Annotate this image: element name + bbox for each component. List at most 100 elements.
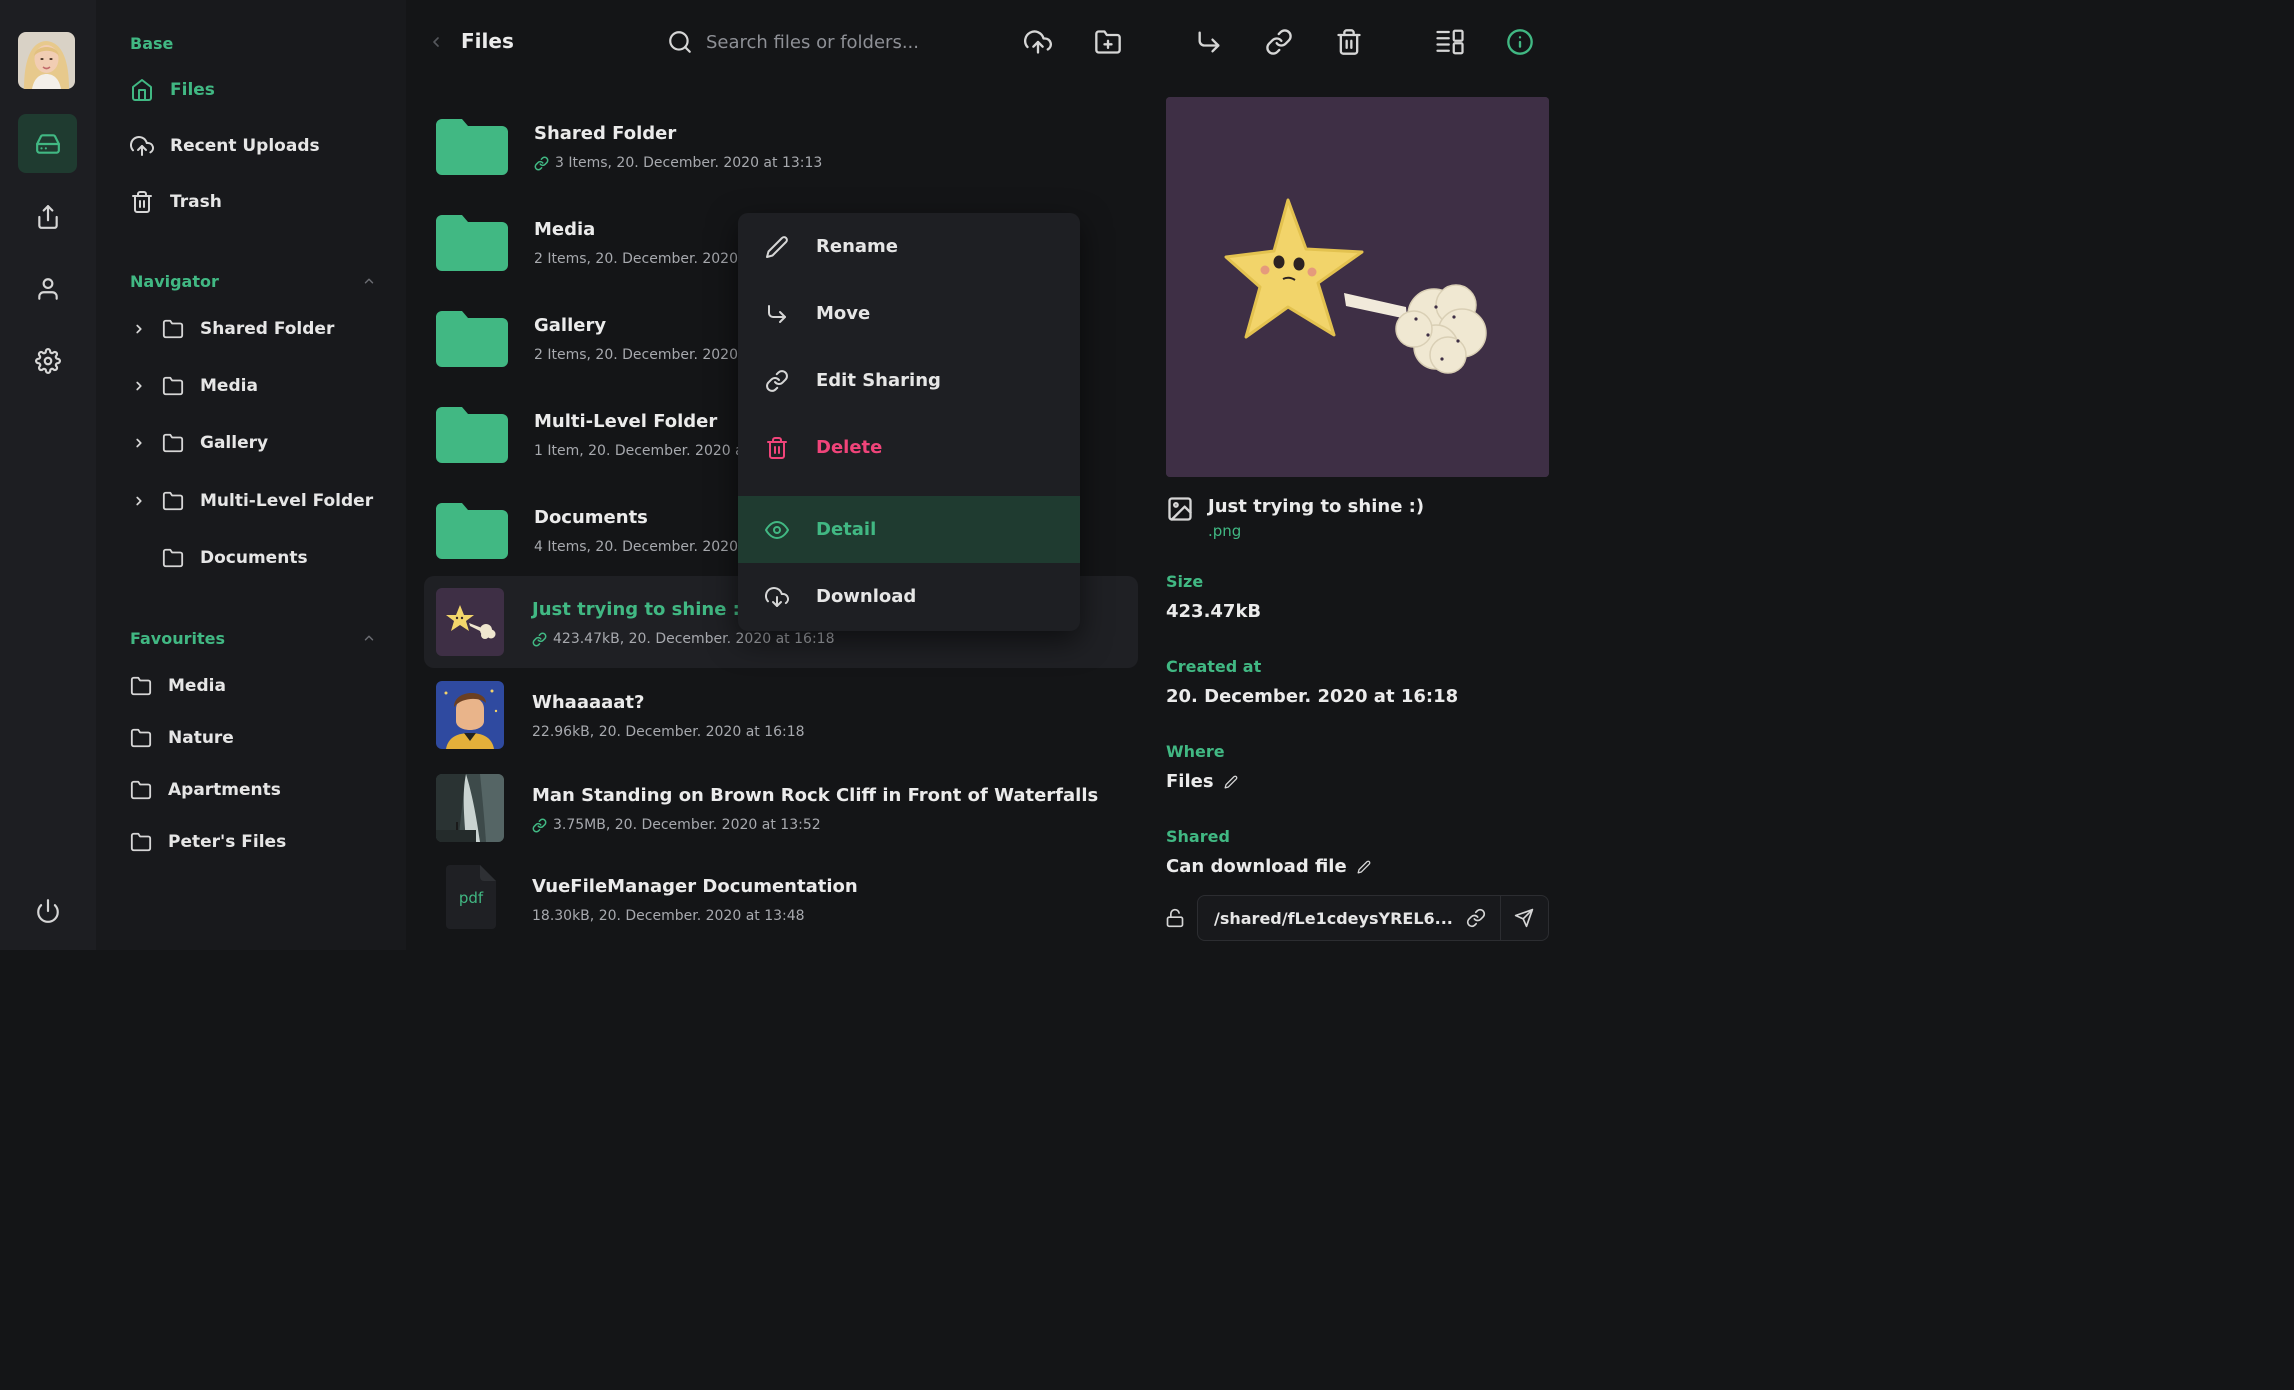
detail-size-text: 423.47kB — [1166, 601, 1262, 622]
chevron-up-icon[interactable] — [362, 274, 376, 288]
list-item[interactable]: Man Standing on Brown Rock Cliff in Fron… — [424, 762, 1138, 854]
navigator-item-label: Gallery — [200, 433, 269, 453]
link-icon — [532, 632, 547, 647]
detail-where-value[interactable]: Files — [1166, 771, 1238, 792]
favourite-item[interactable]: Apartments — [130, 777, 281, 803]
menu-item-edit-sharing[interactable]: Edit Sharing — [738, 347, 1080, 414]
power-icon[interactable] — [18, 881, 77, 940]
folder-icon — [130, 779, 152, 801]
nav-item-label: Trash — [170, 192, 222, 212]
file-meta-text: 423.47kB, 20. December. 2020 at 16:18 — [553, 631, 835, 647]
folder-plus-icon — [1094, 28, 1122, 56]
favourite-item[interactable]: Peter's Files — [130, 829, 286, 855]
nav-item-trash[interactable]: Trash — [130, 188, 222, 216]
chevron-up-icon[interactable] — [362, 631, 376, 645]
favourite-item[interactable]: Nature — [130, 725, 234, 751]
folder-icon — [162, 375, 184, 397]
favourite-item[interactable]: Media — [130, 673, 226, 699]
favourites-section-title: Favourites — [130, 629, 225, 648]
share-link-field[interactable]: /shared/fLe1cdeysYREL6... — [1197, 895, 1549, 941]
share-icon[interactable] — [18, 187, 77, 246]
navigator-item[interactable]: Documents — [132, 545, 308, 571]
favourite-item-label: Media — [168, 676, 226, 696]
navigator-item[interactable]: Shared Folder — [132, 316, 334, 342]
folder-icon — [162, 318, 184, 340]
delete-button[interactable] — [1333, 26, 1365, 58]
file-name: Multi-Level Folder — [534, 411, 718, 432]
info-panel-button[interactable] — [1504, 26, 1536, 58]
pencil-icon[interactable] — [1357, 860, 1371, 874]
file-name: VueFileManager Documentation — [532, 876, 858, 897]
search-input[interactable] — [706, 28, 986, 56]
context-menu: Rename Move Edit Sharing Delete Detail D… — [738, 213, 1080, 631]
corner-down-right-icon — [765, 302, 789, 326]
favourite-item-label: Peter's Files — [168, 832, 287, 852]
view-toggle-button[interactable] — [1434, 26, 1466, 58]
create-folder-button[interactable] — [1092, 26, 1124, 58]
image-thumbnail — [436, 681, 504, 749]
copy-link-icon[interactable] — [1466, 908, 1486, 928]
chevron-right-icon[interactable] — [132, 379, 146, 393]
pencil-icon[interactable] — [1224, 775, 1238, 789]
nav-item-files[interactable]: Files — [130, 76, 215, 104]
icon-rail — [0, 0, 96, 950]
detail-file-extension: .png — [1208, 522, 1242, 540]
nav-item-recent-uploads[interactable]: Recent Uploads — [130, 132, 320, 160]
menu-item-delete[interactable]: Delete — [738, 414, 1080, 481]
file-meta: 22.96kB, 20. December. 2020 at 16:18 — [532, 724, 805, 740]
drive-icon[interactable] — [18, 114, 77, 173]
navigator-item[interactable]: Gallery — [132, 430, 268, 456]
file-name: Gallery — [534, 315, 607, 336]
detail-shared-value[interactable]: Can download file — [1166, 856, 1371, 877]
detail-where-text: Files — [1166, 771, 1214, 792]
navigator-item-label: Documents — [200, 548, 308, 568]
info-icon — [1506, 28, 1534, 56]
file-name: Just trying to shine :) — [532, 599, 749, 620]
detail-shared-label: Shared — [1166, 827, 1230, 846]
lock-icon — [1165, 908, 1185, 928]
user-icon[interactable] — [18, 259, 77, 318]
navigator-item[interactable]: Media — [132, 373, 258, 399]
chevron-right-icon[interactable] — [132, 494, 146, 508]
list-item[interactable]: pdf VueFileManager Documentation 18.30kB… — [424, 853, 1138, 945]
navigator-item-label: Multi-Level Folder — [200, 491, 374, 511]
menu-item-move[interactable]: Move — [738, 280, 1080, 347]
image-thumbnail — [436, 588, 504, 656]
detail-where-label: Where — [1166, 742, 1225, 761]
folder-icon — [436, 407, 508, 463]
folder-icon — [436, 311, 508, 367]
move-button[interactable] — [1193, 26, 1225, 58]
share-link-button[interactable] — [1263, 26, 1295, 58]
avatar[interactable] — [18, 32, 75, 89]
navigator-item-label: Shared Folder — [200, 319, 335, 339]
trash-icon — [1335, 28, 1363, 56]
send-icon[interactable] — [1514, 908, 1534, 928]
detail-created-value: 20. December. 2020 at 16:18 — [1166, 686, 1458, 707]
nav-item-label: Files — [170, 80, 215, 100]
list-view-icon — [1435, 27, 1465, 57]
upload-button[interactable] — [1022, 26, 1054, 58]
menu-item-detail[interactable]: Detail — [738, 496, 1080, 563]
folder-icon — [436, 119, 508, 175]
list-item[interactable]: Shared Folder 3 Items, 20. December. 202… — [424, 100, 1138, 192]
menu-item-label: Download — [816, 586, 917, 607]
chevron-right-icon[interactable] — [132, 322, 146, 336]
file-meta-text: 3.75MB, 20. December. 2020 at 13:52 — [553, 817, 821, 833]
chevron-right-icon[interactable] — [132, 436, 146, 450]
detail-shared-text: Can download file — [1166, 856, 1347, 877]
divider — [1500, 896, 1501, 940]
list-item[interactable]: Whaaaaat? 22.96kB, 20. December. 2020 at… — [424, 669, 1138, 761]
file-name: Whaaaaat? — [532, 692, 645, 713]
share-url[interactable]: /shared/fLe1cdeysYREL6... — [1214, 909, 1453, 928]
pdf-file-icon: pdf — [446, 865, 496, 929]
detail-file-name: Just trying to shine :) — [1208, 496, 1425, 517]
menu-item-label: Edit Sharing — [816, 370, 941, 391]
back-chevron-icon[interactable] — [428, 33, 444, 51]
menu-item-download[interactable]: Download — [738, 563, 1080, 630]
base-section-title: Base — [130, 34, 174, 53]
menu-item-rename[interactable]: Rename — [738, 213, 1080, 280]
image-thumbnail — [436, 774, 504, 842]
navigator-item-label: Media — [200, 376, 258, 396]
settings-icon[interactable] — [18, 331, 77, 390]
navigator-item[interactable]: Multi-Level Folder — [132, 488, 373, 514]
